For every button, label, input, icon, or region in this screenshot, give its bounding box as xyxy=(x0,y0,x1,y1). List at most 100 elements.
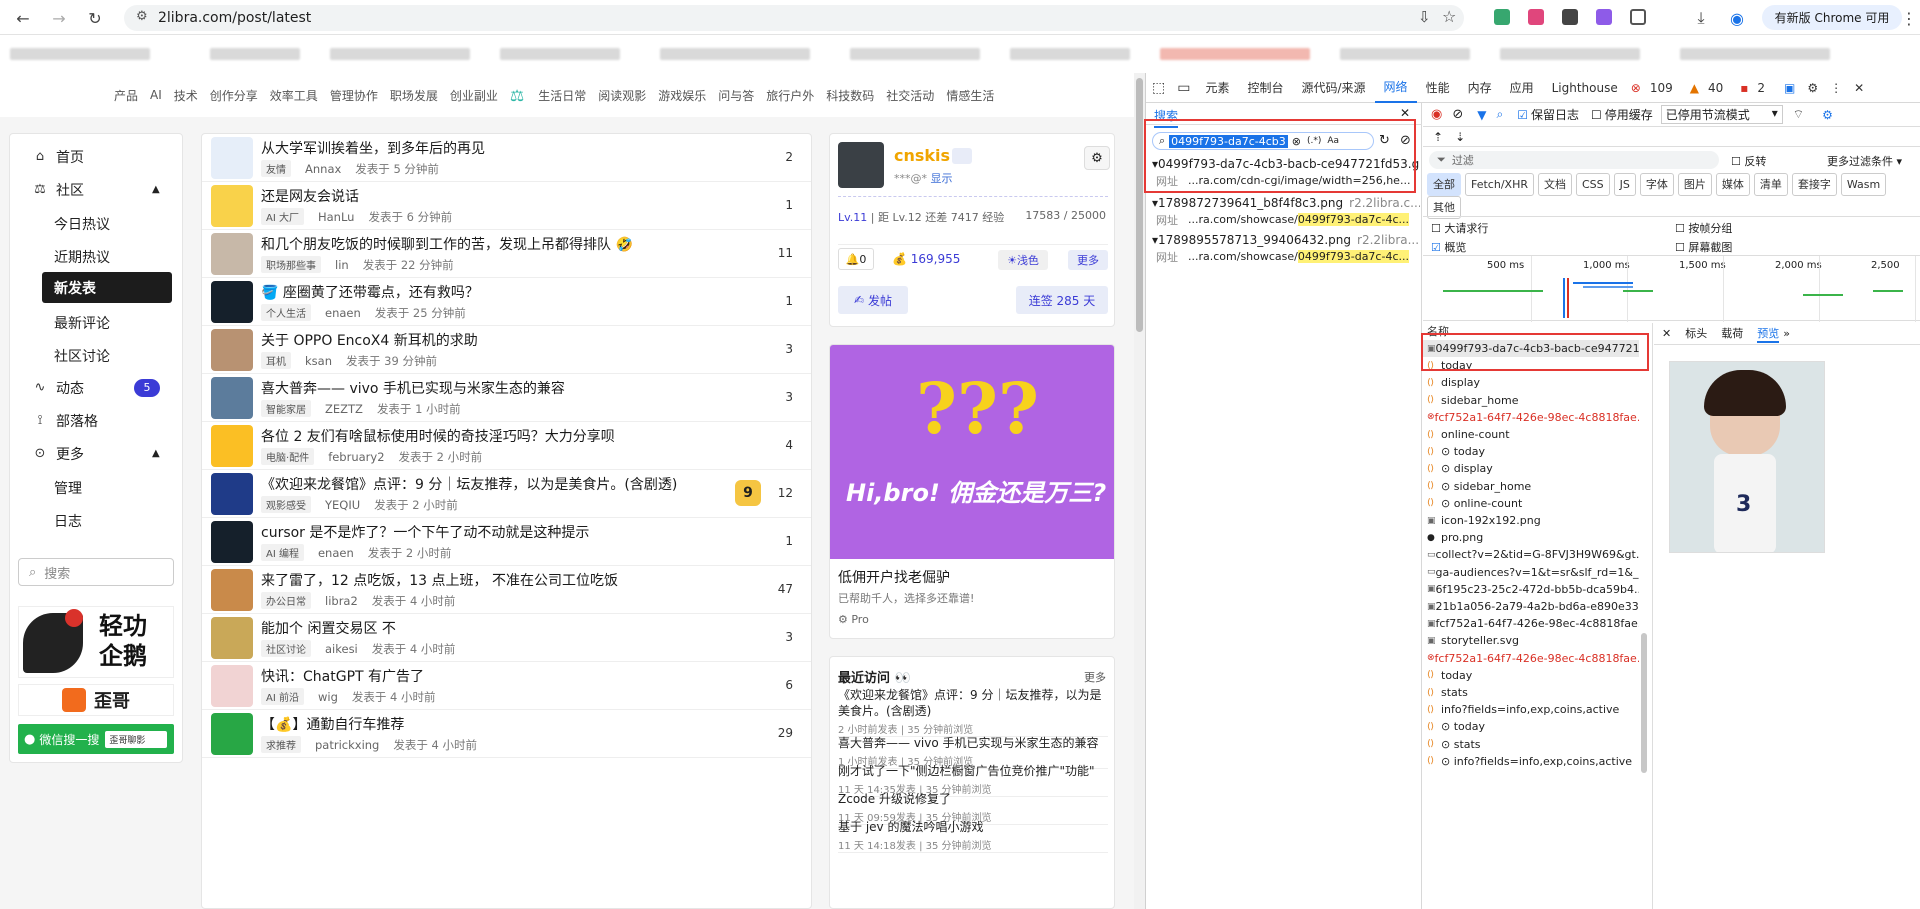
site-info-icon[interactable]: ⚙ xyxy=(136,9,148,24)
category-link[interactable]: 创业副业 xyxy=(450,87,498,104)
devtools-tab[interactable]: 网络 xyxy=(1374,73,1417,103)
category-link[interactable]: 问与答 xyxy=(718,87,754,104)
type-filter-chip[interactable]: JS xyxy=(1613,173,1636,196)
avatar[interactable] xyxy=(211,521,253,563)
devtools-close-icon[interactable]: ✕ xyxy=(1848,81,1870,95)
category-link[interactable]: 技术 xyxy=(174,87,198,104)
downloads-icon[interactable]: ⤓ xyxy=(1690,7,1712,29)
notification-button[interactable]: 🔔 0 xyxy=(838,248,874,270)
request-row[interactable]: ● pro.png xyxy=(1423,529,1639,546)
settings-gear-icon[interactable]: ⚙ xyxy=(1084,146,1110,170)
post-tag[interactable]: AI 编程 xyxy=(261,544,304,561)
reload-icon[interactable]: ↻ xyxy=(84,7,106,29)
category-link[interactable]: 生活日常 xyxy=(538,87,586,104)
avatar[interactable] xyxy=(211,233,253,275)
recent-more-link[interactable]: 更多 xyxy=(1084,669,1106,685)
post-author[interactable]: lin xyxy=(335,258,349,272)
error-count[interactable]: ⊗ 109 xyxy=(1627,81,1686,95)
checkin-streak-button[interactable]: 连签 285 天 xyxy=(1016,286,1108,314)
post-row[interactable]: 【💰】通勤自行车推荐 求推荐 patrickxing 发表于 4 小时前 29 xyxy=(202,710,811,758)
category-link[interactable]: 情感生活 xyxy=(946,87,994,104)
request-row[interactable]: ▭ collect?v=2&tid=G-8FVJ3H9W69&gt... xyxy=(1423,546,1639,563)
post-tag[interactable]: 个人生活 xyxy=(261,304,311,321)
sidebar-search-input[interactable]: ⌕ 搜索 xyxy=(18,558,174,586)
post-title[interactable]: 来了雷了，12 点吃饭，13 点上班， 不准在公司工位吃饭 xyxy=(261,570,618,590)
avatar[interactable] xyxy=(211,281,253,323)
post-tag[interactable]: 智能家居 xyxy=(261,400,311,417)
category-link[interactable]: 社交活动 xyxy=(886,87,934,104)
post-author[interactable]: Annax xyxy=(305,162,341,176)
avatar[interactable] xyxy=(211,569,253,611)
post-author[interactable]: enaen xyxy=(318,546,354,560)
puzzle-extensions-icon[interactable] xyxy=(1630,9,1646,25)
post-title[interactable]: 快讯：ChatGPT 有广告了 xyxy=(261,666,424,686)
post-author[interactable]: ZEZTZ xyxy=(325,402,363,416)
post-row[interactable]: 能加个 闲置交易区 不社区讨论 aikesi 发表于 4 小时前 3 xyxy=(202,614,811,662)
request-row[interactable]: ⟨⟩ online-count xyxy=(1423,426,1639,443)
avatar[interactable] xyxy=(211,185,253,227)
sidebar-item-tribe[interactable]: ⟟ 部落格 xyxy=(10,404,182,437)
detail-tab[interactable]: 预览 xyxy=(1757,325,1780,343)
post-author[interactable]: YEQIU xyxy=(325,498,360,512)
search-result-file[interactable]: ▾ 1789872739641_b8f4f8c3.png r2.2libra.c.… xyxy=(1152,194,1420,211)
extension-icon-2[interactable] xyxy=(1528,9,1544,25)
post-title[interactable]: cursor 是不是炸了？一个下午了动不动就是这种提示 xyxy=(261,522,589,542)
request-row[interactable]: ▣ fcf752a1-64f7-426e-98ec-4c8818fae... xyxy=(1423,615,1639,632)
inspect-element-icon[interactable]: ⬚ xyxy=(1146,80,1171,96)
post-row[interactable]: 和几个朋友吃饭的时候聊到工作的苦，发现上吊都得排队 🤣 职场那些事 lin 发表于 2… xyxy=(202,230,811,278)
disable-cache-checkbox[interactable]: ☐ xyxy=(1591,108,1602,122)
post-row[interactable]: 快讯：ChatGPT 有广告了 AI 前沿 wig 发表于 4 小时前 6 xyxy=(202,662,811,710)
detail-tab[interactable]: 载荷 xyxy=(1721,325,1743,343)
post-row[interactable]: 关于 OPPO EncoX4 新耳机的求助 耳机 ksan 发表于 39 分钟前 3 xyxy=(202,326,811,374)
type-filter-chip[interactable]: 媒体 xyxy=(1715,173,1750,196)
avatar[interactable] xyxy=(211,617,253,659)
post-row[interactable]: 🪣 座圈黄了还带霉点，还有救吗？ 个人生活 enaen 发表于 25 分钟前 1 xyxy=(202,278,811,326)
site-logo-icon[interactable]: ⚖ xyxy=(510,86,524,105)
post-tag[interactable]: 办公日常 xyxy=(261,592,311,609)
post-tag[interactable]: 求推荐 xyxy=(261,736,301,753)
record-icon[interactable]: ◉ xyxy=(1431,107,1442,122)
warning-count[interactable]: ▲ 40 xyxy=(1686,81,1737,95)
post-tag[interactable]: 社区讨论 xyxy=(261,640,311,657)
search-result-file[interactable]: ▾ 1789895578713_99406432.png r2.2libra... xyxy=(1152,231,1420,248)
devtools-menu-icon[interactable]: ⋮ xyxy=(1824,81,1848,95)
extension-icon-3[interactable] xyxy=(1562,9,1578,25)
more-button[interactable]: 更多 xyxy=(1068,250,1108,270)
extension-icon-1[interactable] xyxy=(1494,9,1510,25)
post-author[interactable]: patrickxing xyxy=(315,738,379,752)
post-row[interactable]: 喜大普奔—— vivo 手机已实现与米家生态的兼容 智能家居 ZEZTZ 发表于 1 … xyxy=(202,374,811,422)
sidebar-item-new-posts[interactable]: 新发表 xyxy=(42,272,172,303)
post-row[interactable]: 各位 2 友们有啥鼠标使用时候的奇技淫巧吗？大力分享呗 电脑·配件 february… xyxy=(202,422,811,470)
throttle-select[interactable]: 已停用节流模式 ▾ xyxy=(1660,105,1783,124)
avatar[interactable] xyxy=(211,425,253,467)
post-title[interactable]: 喜大普奔—— vivo 手机已实现与米家生态的兼容 xyxy=(261,378,565,398)
search-icon[interactable]: ⌕ xyxy=(1496,107,1503,122)
post-title[interactable]: 各位 2 友们有啥鼠标使用时候的奇技淫巧吗？大力分享呗 xyxy=(261,426,615,446)
wechat-search-banner[interactable]: ● 微信搜一搜 歪哥聊影 xyxy=(18,724,174,754)
device-toggle-icon[interactable]: ▭ xyxy=(1171,80,1196,96)
back-icon[interactable]: ← xyxy=(12,7,34,29)
type-filter-chip[interactable]: 图片 xyxy=(1677,173,1712,196)
ad-card[interactable]: ??? Hi,bro! 佣金还是万三? 低佣开户找老倔驴 已帮助千人，选择多还靠… xyxy=(829,344,1115,639)
type-filter-chip[interactable]: 字体 xyxy=(1639,173,1674,196)
request-row[interactable]: ⟨⟩ display xyxy=(1423,374,1639,391)
sidebar-item-activity[interactable]: ∿ 动态 5 xyxy=(10,371,182,404)
devtools-tab[interactable]: Lighthouse xyxy=(1543,81,1627,95)
type-filter-chip[interactable]: 清单 xyxy=(1753,173,1788,196)
network-filter-input[interactable]: ⏷ 过滤 xyxy=(1429,151,1719,169)
sidebar-item-home[interactable]: ⌂ 首页 xyxy=(10,140,182,173)
post-author[interactable]: enaen xyxy=(325,306,361,320)
post-tag[interactable]: 观影感受 xyxy=(261,496,311,513)
post-title[interactable]: 和几个朋友吃饭的时候聊到工作的苦，发现上吊都得排队 🤣 xyxy=(261,234,633,254)
avatar[interactable] xyxy=(211,137,253,179)
overview-checkbox[interactable]: ☑ 概览 xyxy=(1431,239,1466,255)
new-post-button[interactable]: ✍ 发帖 xyxy=(838,286,908,314)
post-title[interactable]: 能加个 闲置交易区 不 xyxy=(261,618,396,638)
export-har-icon[interactable]: ⇣ xyxy=(1455,130,1465,144)
post-author[interactable]: wig xyxy=(318,690,338,704)
type-filter-chip[interactable]: CSS xyxy=(1575,173,1610,196)
category-link[interactable]: 阅读观影 xyxy=(598,87,646,104)
detail-tab[interactable]: 标头 xyxy=(1685,325,1707,343)
devtools-tab[interactable]: 应用 xyxy=(1501,79,1543,96)
category-link[interactable]: 效率工具 xyxy=(270,87,318,104)
